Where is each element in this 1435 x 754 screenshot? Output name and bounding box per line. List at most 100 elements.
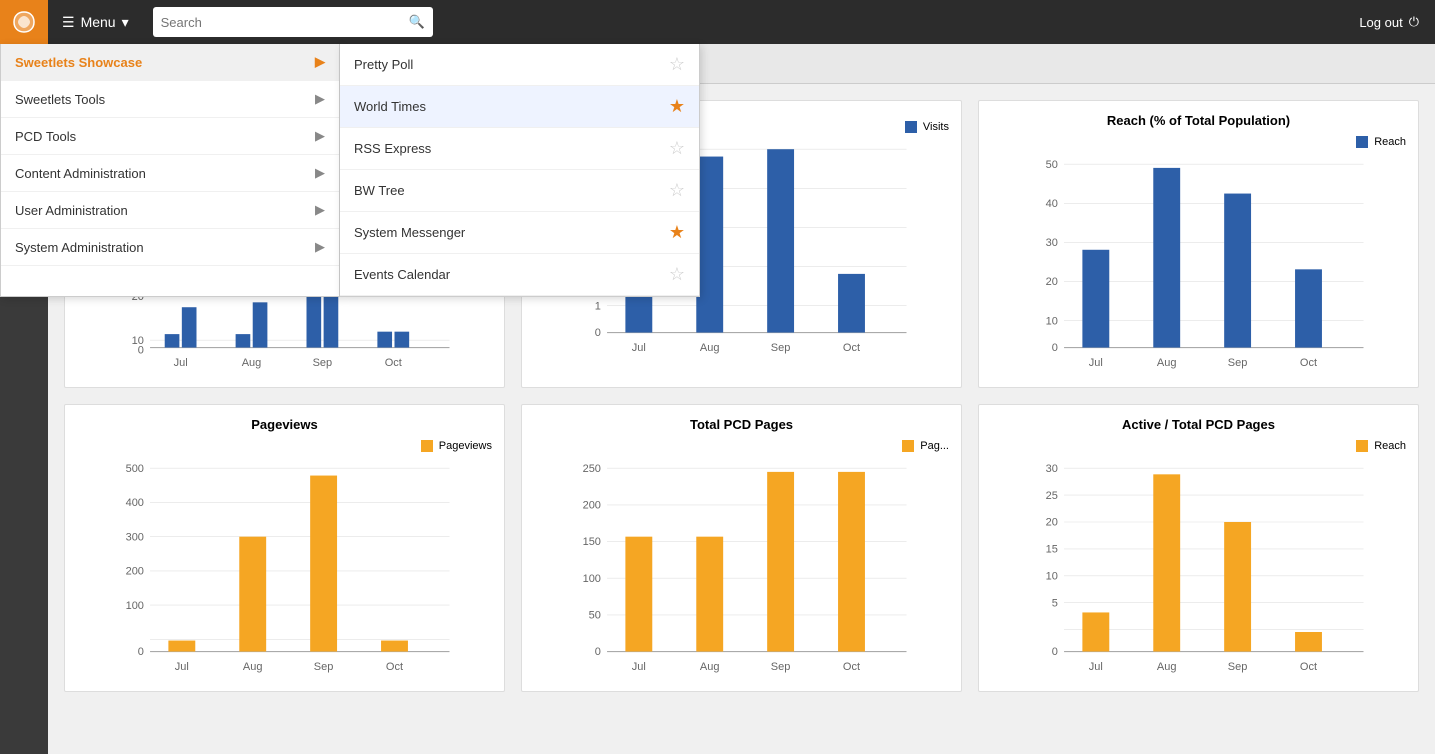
search-box[interactable]: 🔍 [153, 7, 433, 37]
sub-item-pretty-poll[interactable]: Pretty Poll ☆ [340, 44, 699, 86]
arrow-icon-tools: ▶ [315, 91, 325, 107]
svg-text:Oct: Oct [843, 661, 860, 673]
legend-box-2 [905, 121, 917, 133]
arrow-icon-system: ▶ [315, 239, 325, 255]
svg-text:Aug: Aug [243, 661, 263, 673]
chart-6-legend: Reach [991, 440, 1406, 452]
svg-text:25: 25 [1046, 490, 1058, 502]
sub-item-label-bw-tree: BW Tree [354, 183, 405, 198]
svg-text:Oct: Oct [385, 357, 402, 369]
charts-row-2: Pageviews Pageviews 500 400 300 200 [64, 404, 1419, 692]
logo[interactable] [0, 0, 48, 44]
sub-item-world-times[interactable]: World Times ★ [340, 86, 699, 128]
svg-text:0: 0 [138, 345, 144, 357]
star-icon-world-times[interactable]: ★ [669, 96, 685, 117]
svg-text:Jul: Jul [1089, 357, 1103, 369]
menu-chevron-icon: ▾ [122, 14, 129, 31]
sub-item-rss-express[interactable]: RSS Express ☆ [340, 128, 699, 170]
svg-text:Oct: Oct [1300, 661, 1317, 673]
search-input[interactable] [161, 15, 409, 30]
sub-item-bw-tree[interactable]: BW Tree ☆ [340, 170, 699, 212]
svg-text:30: 30 [1046, 237, 1058, 249]
svg-text:Sep: Sep [1228, 661, 1248, 673]
svg-text:20: 20 [1046, 517, 1058, 529]
svg-text:0: 0 [1052, 342, 1058, 354]
svg-text:200: 200 [583, 500, 601, 512]
legend-box-pcd [902, 440, 914, 452]
arrow-icon-user: ▶ [315, 202, 325, 218]
legend-label-active-pcd: Reach [1374, 440, 1406, 452]
svg-text:Aug: Aug [700, 661, 720, 673]
chart-5-title: Total PCD Pages [534, 417, 949, 432]
sub-item-label-world-times: World Times [354, 99, 426, 114]
legend-box-reach [1356, 136, 1368, 148]
svg-text:15: 15 [1046, 544, 1058, 556]
svg-text:Jul: Jul [175, 661, 189, 673]
svg-text:5: 5 [1052, 597, 1058, 609]
svg-text:0: 0 [138, 646, 144, 658]
svg-text:Oct: Oct [843, 342, 860, 354]
menu-item-content-admin[interactable]: Content Administration ▶ [1, 155, 339, 192]
legend-box-active-pcd [1356, 440, 1368, 452]
menu-item-system-admin[interactable]: System Administration ▶ [1, 229, 339, 266]
svg-text:300: 300 [126, 531, 144, 543]
svg-text:Sep: Sep [771, 661, 791, 673]
search-icon: 🔍 [408, 14, 424, 30]
star-icon-rss[interactable]: ☆ [669, 138, 685, 159]
svg-text:Sep: Sep [313, 357, 333, 369]
chart-5-legend: Pag... [534, 440, 949, 452]
sub-item-label-events-calendar: Events Calendar [354, 267, 450, 282]
menu-item-user-admin[interactable]: User Administration ▶ [1, 192, 339, 229]
arrow-icon-pcd: ▶ [315, 128, 325, 144]
chart-pageviews: Pageviews Pageviews 500 400 300 200 [64, 404, 505, 692]
svg-text:10: 10 [1046, 315, 1058, 327]
svg-text:100: 100 [583, 573, 601, 585]
topbar: ☰ Menu ▾ 🔍 Log out ⏻ [0, 0, 1435, 44]
svg-text:Jul: Jul [632, 661, 646, 673]
svg-text:Sep: Sep [1228, 357, 1248, 369]
chart-3-legend: Reach [991, 136, 1406, 148]
sub-item-label-pretty-poll: Pretty Poll [354, 57, 413, 72]
sub-item-label-rss: RSS Express [354, 141, 431, 156]
legend-label-pcd: Pag... [920, 440, 949, 452]
logout-label: Log out [1359, 15, 1402, 30]
svg-text:Aug: Aug [1157, 661, 1177, 673]
star-icon-bw-tree[interactable]: ☆ [669, 180, 685, 201]
menu-item-label-pcd: PCD Tools [15, 129, 76, 144]
svg-text:10: 10 [1046, 570, 1058, 582]
chart-4-legend: Pageviews [77, 440, 492, 452]
menu-overlay: Sweetlets Showcase ▶ Sweetlets Tools ▶ P… [0, 44, 700, 297]
svg-text:40: 40 [1046, 198, 1058, 210]
svg-text:400: 400 [126, 497, 144, 509]
main-menu-panel: Sweetlets Showcase ▶ Sweetlets Tools ▶ P… [0, 44, 340, 297]
menu-button[interactable]: ☰ Menu ▾ [48, 14, 143, 31]
menu-item-sweetlets-tools[interactable]: Sweetlets Tools ▶ [1, 81, 339, 118]
star-icon-pretty-poll[interactable]: ☆ [669, 54, 685, 75]
logout-button[interactable]: Log out ⏻ [1359, 14, 1419, 30]
menu-item-label-tools: Sweetlets Tools [15, 92, 105, 107]
sub-item-events-calendar[interactable]: Events Calendar ☆ [340, 254, 699, 296]
arrow-icon-showcase: ▶ [315, 54, 325, 70]
menu-item-label-content: Content Administration [15, 166, 146, 181]
svg-text:Sep: Sep [771, 342, 791, 354]
menu-item-label-showcase: Sweetlets Showcase [15, 55, 142, 70]
svg-text:Oct: Oct [386, 661, 403, 673]
sub-item-system-messenger[interactable]: System Messenger ★ [340, 212, 699, 254]
menu-item-sweetlets-showcase[interactable]: Sweetlets Showcase ▶ [1, 44, 339, 81]
chart-5-svg: 250 200 150 100 50 0 Jul Aug [534, 456, 949, 676]
topbar-right: Log out ⏻ [1359, 14, 1435, 30]
star-icon-system-messenger[interactable]: ★ [669, 222, 685, 243]
star-icon-events-calendar[interactable]: ☆ [669, 264, 685, 285]
svg-text:1: 1 [595, 300, 601, 312]
sub-item-label-system-messenger: System Messenger [354, 225, 465, 240]
chart-3-svg: 50 40 30 20 10 0 Jul Aug [991, 152, 1406, 372]
svg-text:Aug: Aug [1157, 357, 1177, 369]
hamburger-icon: ☰ [62, 14, 75, 31]
menu-item-pcd-tools[interactable]: PCD Tools ▶ [1, 118, 339, 155]
svg-text:500: 500 [126, 463, 144, 475]
chart-6-title: Active / Total PCD Pages [991, 417, 1406, 432]
chart-reach: Reach (% of Total Population) Reach 50 4… [978, 100, 1419, 388]
legend-box-pageviews [421, 440, 433, 452]
svg-text:150: 150 [583, 536, 601, 548]
svg-text:50: 50 [1046, 159, 1058, 171]
